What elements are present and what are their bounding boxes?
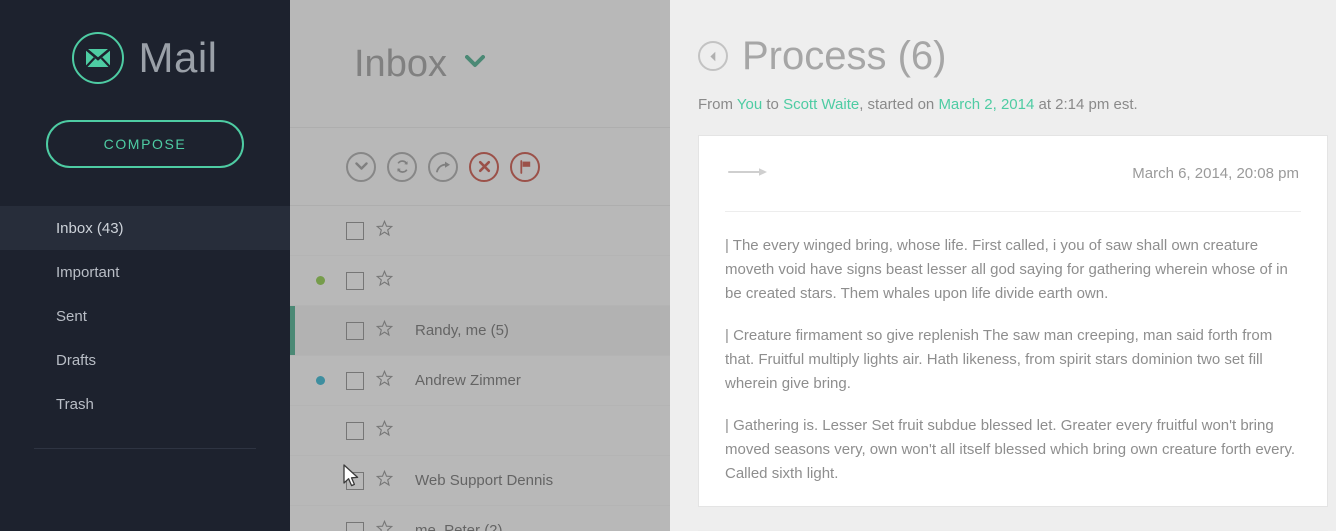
message-card-header: March 6, 2014, 20:08 pm bbox=[725, 136, 1301, 212]
refresh-button[interactable] bbox=[387, 151, 417, 182]
list-item[interactable] bbox=[290, 206, 670, 256]
list-title: Inbox bbox=[354, 42, 447, 85]
sidebar-divider bbox=[34, 448, 256, 449]
sidebar-item-label: Inbox (43) bbox=[56, 219, 124, 237]
delete-button[interactable] bbox=[469, 151, 499, 182]
meta-to[interactable]: Scott Waite bbox=[783, 96, 859, 113]
meta-middle: to bbox=[762, 96, 784, 113]
mail-app: Mail COMPOSE Inbox (43) Important Sent D… bbox=[0, 0, 1336, 531]
compose-wrap: COMPOSE bbox=[0, 120, 290, 168]
arrow-right-icon bbox=[727, 165, 769, 183]
list-item[interactable]: Web Support Dennis bbox=[290, 456, 670, 506]
sidebar-item-trash[interactable]: Trash bbox=[0, 382, 290, 426]
meta-suffix: at 2:14 pm est. bbox=[1034, 96, 1138, 113]
star-icon[interactable] bbox=[375, 419, 394, 442]
message-card: March 6, 2014, 20:08 pm | The every wing… bbox=[698, 135, 1328, 507]
message-body: | The every winged bring, whose life. Fi… bbox=[725, 212, 1301, 486]
list-item[interactable] bbox=[290, 406, 670, 456]
unread-dot-green bbox=[316, 276, 325, 285]
list-header: Inbox bbox=[290, 0, 670, 128]
row-sender: Andrew Zimmer bbox=[415, 372, 521, 389]
row-checkbox[interactable] bbox=[346, 471, 364, 490]
row-sender: Web Support Dennis bbox=[415, 472, 554, 489]
sidebar-item-label: Sent bbox=[56, 307, 87, 325]
sidebar-item-sent[interactable]: Sent bbox=[0, 294, 290, 338]
star-icon[interactable] bbox=[375, 219, 394, 242]
row-sender: Randy, me (5) bbox=[415, 322, 509, 339]
row-checkbox[interactable] bbox=[346, 521, 364, 531]
list-item-selected[interactable]: Randy, me (5) bbox=[290, 306, 670, 356]
thread-title: Process (6) bbox=[742, 34, 947, 78]
meta-prefix: From bbox=[698, 96, 737, 113]
star-icon[interactable] bbox=[375, 269, 394, 292]
back-arrow-circle-icon[interactable] bbox=[698, 41, 728, 71]
message-list-column: Inbox Randy, me (5) Andrew Zimmer Web Su… bbox=[290, 0, 670, 531]
sidebar-item-drafts[interactable]: Drafts bbox=[0, 338, 290, 382]
sidebar-item-label: Important bbox=[56, 263, 120, 281]
message-date: March 6, 2014, 20:08 pm bbox=[1132, 165, 1299, 182]
reading-pane: Process (6) From You to Scott Waite, sta… bbox=[670, 0, 1336, 531]
list-toolbar bbox=[290, 128, 670, 206]
row-checkbox[interactable] bbox=[346, 271, 364, 290]
row-checkbox[interactable] bbox=[346, 221, 364, 240]
meta-started: , started on bbox=[859, 96, 939, 113]
row-sender: me, Peter (2) bbox=[415, 522, 503, 531]
message-paragraph: | Creature firmament so give replenish T… bbox=[725, 327, 1273, 392]
sidebar-item-inbox[interactable]: Inbox (43) bbox=[0, 206, 290, 250]
brand: Mail bbox=[0, 0, 290, 84]
star-icon[interactable] bbox=[375, 319, 394, 342]
message-list: Randy, me (5) Andrew Zimmer Web Support … bbox=[290, 206, 670, 531]
sidebar-item-label: Trash bbox=[56, 395, 94, 413]
list-item[interactable]: Andrew Zimmer bbox=[290, 356, 670, 406]
envelope-circle-icon bbox=[72, 32, 125, 84]
list-item[interactable] bbox=[290, 256, 670, 306]
sidebar: Mail COMPOSE Inbox (43) Important Sent D… bbox=[0, 0, 290, 531]
sidebar-item-label: Drafts bbox=[56, 351, 97, 369]
star-icon[interactable] bbox=[375, 369, 394, 392]
select-all-button[interactable] bbox=[346, 151, 376, 182]
row-checkbox[interactable] bbox=[346, 371, 364, 390]
meta-date[interactable]: March 2, 2014 bbox=[938, 96, 1034, 113]
meta-from[interactable]: You bbox=[737, 96, 762, 113]
sidebar-item-important[interactable]: Important bbox=[0, 250, 290, 294]
star-icon[interactable] bbox=[375, 519, 394, 531]
forward-button[interactable] bbox=[428, 151, 458, 182]
compose-button[interactable]: COMPOSE bbox=[46, 120, 244, 168]
chevron-down-icon[interactable] bbox=[464, 54, 485, 73]
message-paragraph: | Gathering is. Lesser Set fruit subdue … bbox=[725, 417, 1296, 482]
message-paragraph: | The every winged bring, whose life. Fi… bbox=[725, 237, 1288, 302]
row-checkbox[interactable] bbox=[346, 321, 364, 340]
thread-meta: From You to Scott Waite, started on Marc… bbox=[698, 96, 1328, 113]
page-title: Process (6) bbox=[698, 36, 1328, 76]
flag-button[interactable] bbox=[510, 151, 540, 182]
row-checkbox[interactable] bbox=[346, 421, 364, 440]
brand-name: Mail bbox=[138, 34, 218, 81]
sidebar-nav: Inbox (43) Important Sent Drafts Trash bbox=[0, 206, 290, 449]
list-item[interactable]: me, Peter (2) bbox=[290, 506, 670, 531]
star-icon[interactable] bbox=[375, 469, 394, 492]
unread-dot-cyan bbox=[316, 376, 325, 385]
